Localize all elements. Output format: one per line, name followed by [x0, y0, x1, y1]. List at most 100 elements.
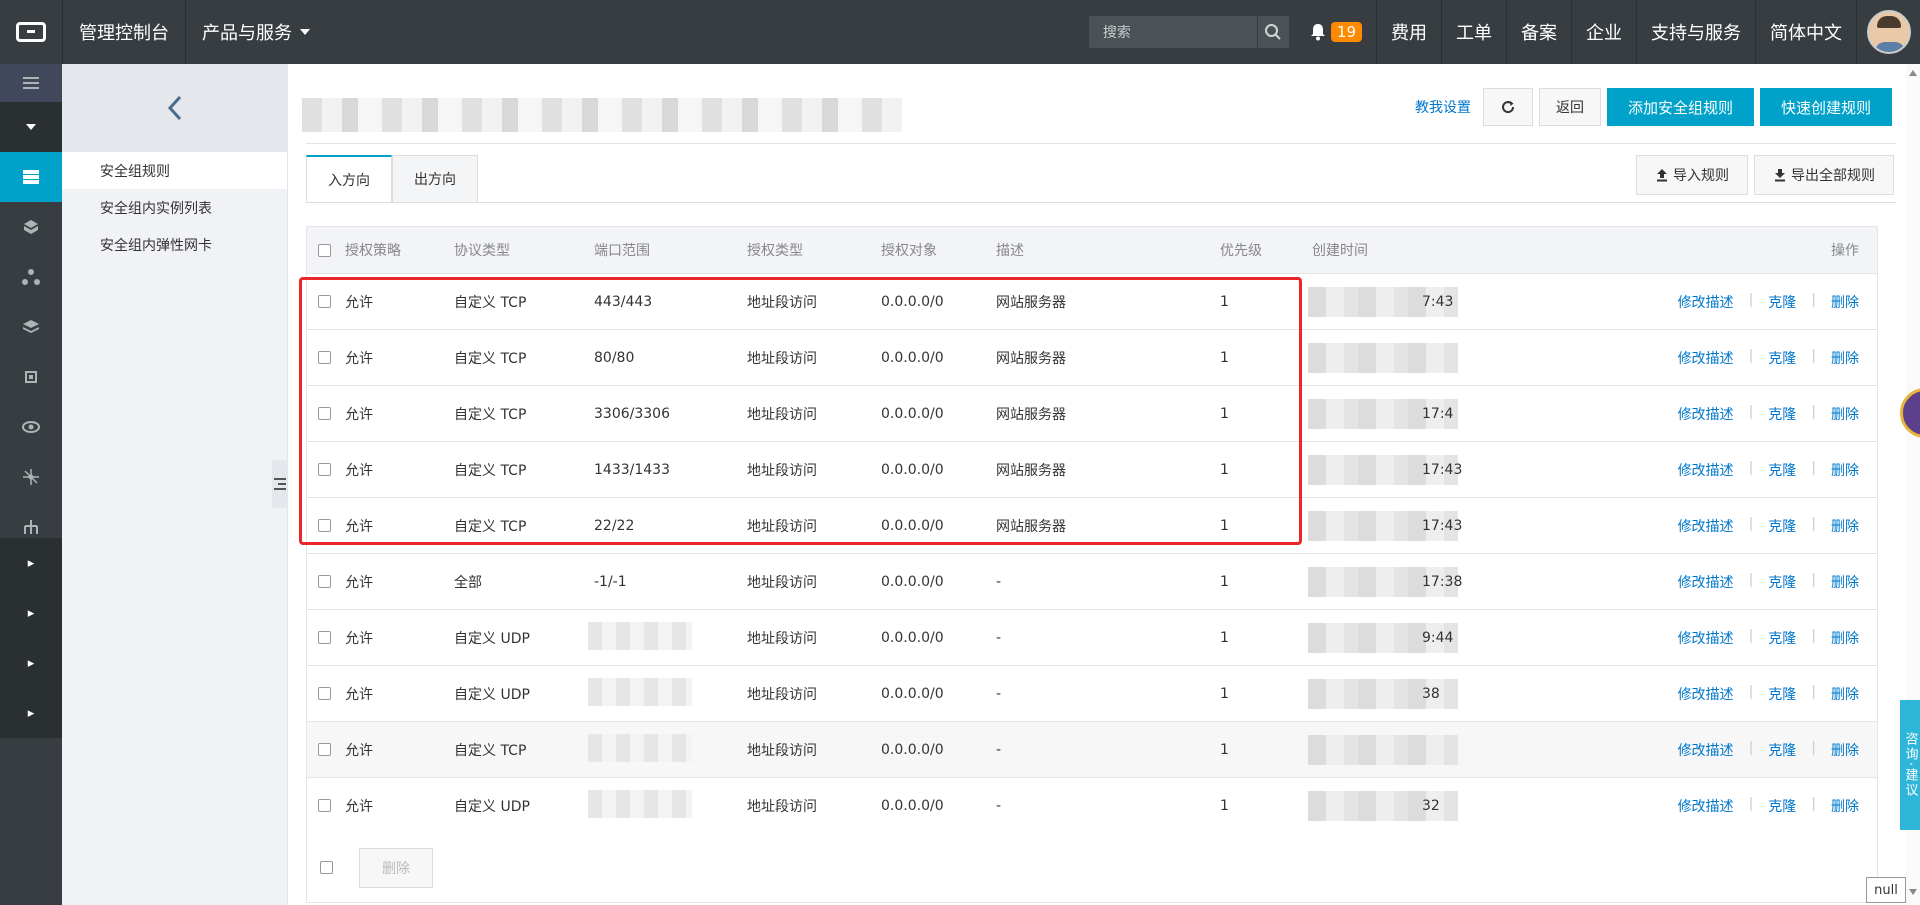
edit-description-link[interactable]: 修改描述	[1678, 292, 1734, 312]
sidebar-item-eni[interactable]: 安全组内弹性网卡	[62, 226, 287, 263]
search-input[interactable]: 搜索	[1089, 22, 1257, 42]
notifications[interactable]: 19	[1309, 22, 1376, 42]
console-link[interactable]: 管理控制台	[62, 0, 185, 64]
clone-link[interactable]: 克隆	[1768, 292, 1796, 312]
clone-link[interactable]: 克隆	[1768, 572, 1796, 592]
edit-description-link[interactable]: 修改描述	[1678, 348, 1734, 368]
row-checkbox[interactable]	[317, 631, 331, 644]
delete-link[interactable]: 删除	[1831, 292, 1859, 312]
nav-fees[interactable]: 费用	[1376, 0, 1441, 64]
delete-link[interactable]: 删除	[1831, 740, 1859, 760]
clone-link[interactable]: 克隆	[1768, 740, 1796, 760]
tab-inbound[interactable]: 入方向	[306, 155, 392, 203]
collapse-down-icon[interactable]	[0, 102, 62, 152]
delete-link[interactable]: 删除	[1831, 684, 1859, 704]
logo[interactable]	[0, 0, 62, 64]
cell-protocol: 自定义 TCP	[454, 742, 527, 759]
null-select[interactable]: null	[1866, 877, 1906, 903]
expand-right-icon[interactable]: ▸	[0, 638, 62, 688]
back-nav-button[interactable]: 返回	[1538, 88, 1601, 126]
clone-link[interactable]: 克隆	[1768, 796, 1796, 816]
clone-link[interactable]: 克隆	[1768, 460, 1796, 480]
bulk-delete-button[interactable]: 删除	[359, 847, 433, 888]
nav-tickets[interactable]: 工单	[1441, 0, 1506, 64]
delete-link[interactable]: 删除	[1831, 460, 1859, 480]
scroll-up-icon[interactable]	[1909, 70, 1917, 76]
separator: |	[1811, 347, 1816, 364]
nav-language[interactable]: 简体中文	[1755, 0, 1856, 64]
avatar-image	[1866, 10, 1911, 54]
clone-link[interactable]: 克隆	[1768, 404, 1796, 424]
header-policy: 授权策略	[345, 243, 401, 259]
rail-lower-group: ▸ ▸ ▸ ▸	[0, 538, 62, 738]
eye-icon[interactable]	[0, 402, 62, 452]
delete-link[interactable]: 删除	[1831, 796, 1859, 816]
nav-enterprise[interactable]: 企业	[1571, 0, 1636, 64]
edit-description-link[interactable]: 修改描述	[1678, 460, 1734, 480]
expand-right-icon[interactable]: ▸	[0, 538, 62, 588]
sidebar-collapse-toggle[interactable]	[272, 460, 288, 508]
search-box[interactable]: 搜索	[1088, 16, 1289, 48]
edit-description-link[interactable]: 修改描述	[1678, 404, 1734, 424]
sidebar-item-rules[interactable]: 安全组规则	[62, 152, 287, 189]
cell-priority: 1	[1220, 741, 1229, 758]
server-icon[interactable]	[0, 152, 62, 202]
time-text: 32	[1422, 797, 1440, 814]
help-link[interactable]: 教我设置	[1415, 97, 1471, 117]
tab-outbound[interactable]: 出方向	[392, 155, 478, 203]
edit-description-link[interactable]: 修改描述	[1678, 796, 1734, 816]
consult-feedback-tab[interactable]: 咨询·建议	[1900, 700, 1920, 830]
row-checkbox[interactable]	[317, 743, 331, 756]
clone-link[interactable]: 克隆	[1768, 628, 1796, 648]
scroll-down-icon[interactable]	[1909, 889, 1917, 895]
sidebar-item-instances[interactable]: 安全组内实例列表	[62, 189, 287, 226]
quick-create-button[interactable]: 快速创建规则	[1759, 88, 1892, 126]
cell-priority: 1	[1220, 629, 1229, 646]
clone-link[interactable]: 克隆	[1768, 684, 1796, 704]
cell-port	[588, 789, 747, 822]
header-description: 描述	[996, 243, 1024, 259]
cube-icon[interactable]	[0, 202, 62, 252]
cell-auth-type: 地址段访问	[747, 742, 817, 759]
delete-link[interactable]: 删除	[1831, 572, 1859, 592]
network-icon[interactable]	[0, 252, 62, 302]
add-rule-button[interactable]: 添加安全组规则	[1606, 88, 1754, 126]
edit-description-link[interactable]: 修改描述	[1678, 628, 1734, 648]
delete-link[interactable]: 删除	[1831, 348, 1859, 368]
delete-link[interactable]: 删除	[1831, 628, 1859, 648]
edit-description-link[interactable]: 修改描述	[1678, 740, 1734, 760]
delete-link[interactable]: 删除	[1831, 404, 1859, 424]
footer-select-all-checkbox[interactable]	[319, 861, 333, 874]
row-actions: 修改描述 | 克隆 | 删除	[1582, 516, 1877, 536]
clone-link[interactable]: 克隆	[1768, 516, 1796, 536]
row-checkbox[interactable]	[317, 575, 331, 588]
row-checkbox[interactable]	[317, 687, 331, 700]
expand-right-icon[interactable]: ▸	[0, 688, 62, 738]
header-auth-type: 授权类型	[747, 243, 803, 259]
expand-right-icon[interactable]: ▸	[0, 588, 62, 638]
import-rules-button[interactable]: 导入规则	[1636, 155, 1748, 195]
refresh-button[interactable]	[1482, 88, 1533, 126]
row-actions: 修改描述 | 克隆 | 删除	[1582, 460, 1877, 480]
separator: |	[1811, 683, 1816, 700]
search-icon[interactable]	[1256, 16, 1289, 48]
edit-description-link[interactable]: 修改描述	[1678, 684, 1734, 704]
separator: |	[1748, 739, 1754, 756]
clone-link[interactable]: 克隆	[1768, 348, 1796, 368]
chip-icon[interactable]	[0, 352, 62, 402]
user-avatar[interactable]	[1856, 0, 1920, 64]
select-all-checkbox[interactable]	[317, 243, 331, 257]
nav-support[interactable]: 支持与服务	[1636, 0, 1755, 64]
back-button[interactable]	[62, 64, 287, 152]
cell-priority: 1	[1220, 797, 1229, 814]
storage-icon[interactable]	[0, 302, 62, 352]
export-rules-button[interactable]: 导出全部规则	[1754, 155, 1894, 195]
edit-description-link[interactable]: 修改描述	[1678, 572, 1734, 592]
edit-description-link[interactable]: 修改描述	[1678, 516, 1734, 536]
nav-filing[interactable]: 备案	[1506, 0, 1571, 64]
products-menu[interactable]: 产品与服务	[185, 0, 326, 64]
row-checkbox[interactable]	[317, 799, 331, 812]
delete-link[interactable]: 删除	[1831, 516, 1859, 536]
menu-icon[interactable]	[0, 64, 62, 102]
hub-icon[interactable]	[0, 452, 62, 502]
